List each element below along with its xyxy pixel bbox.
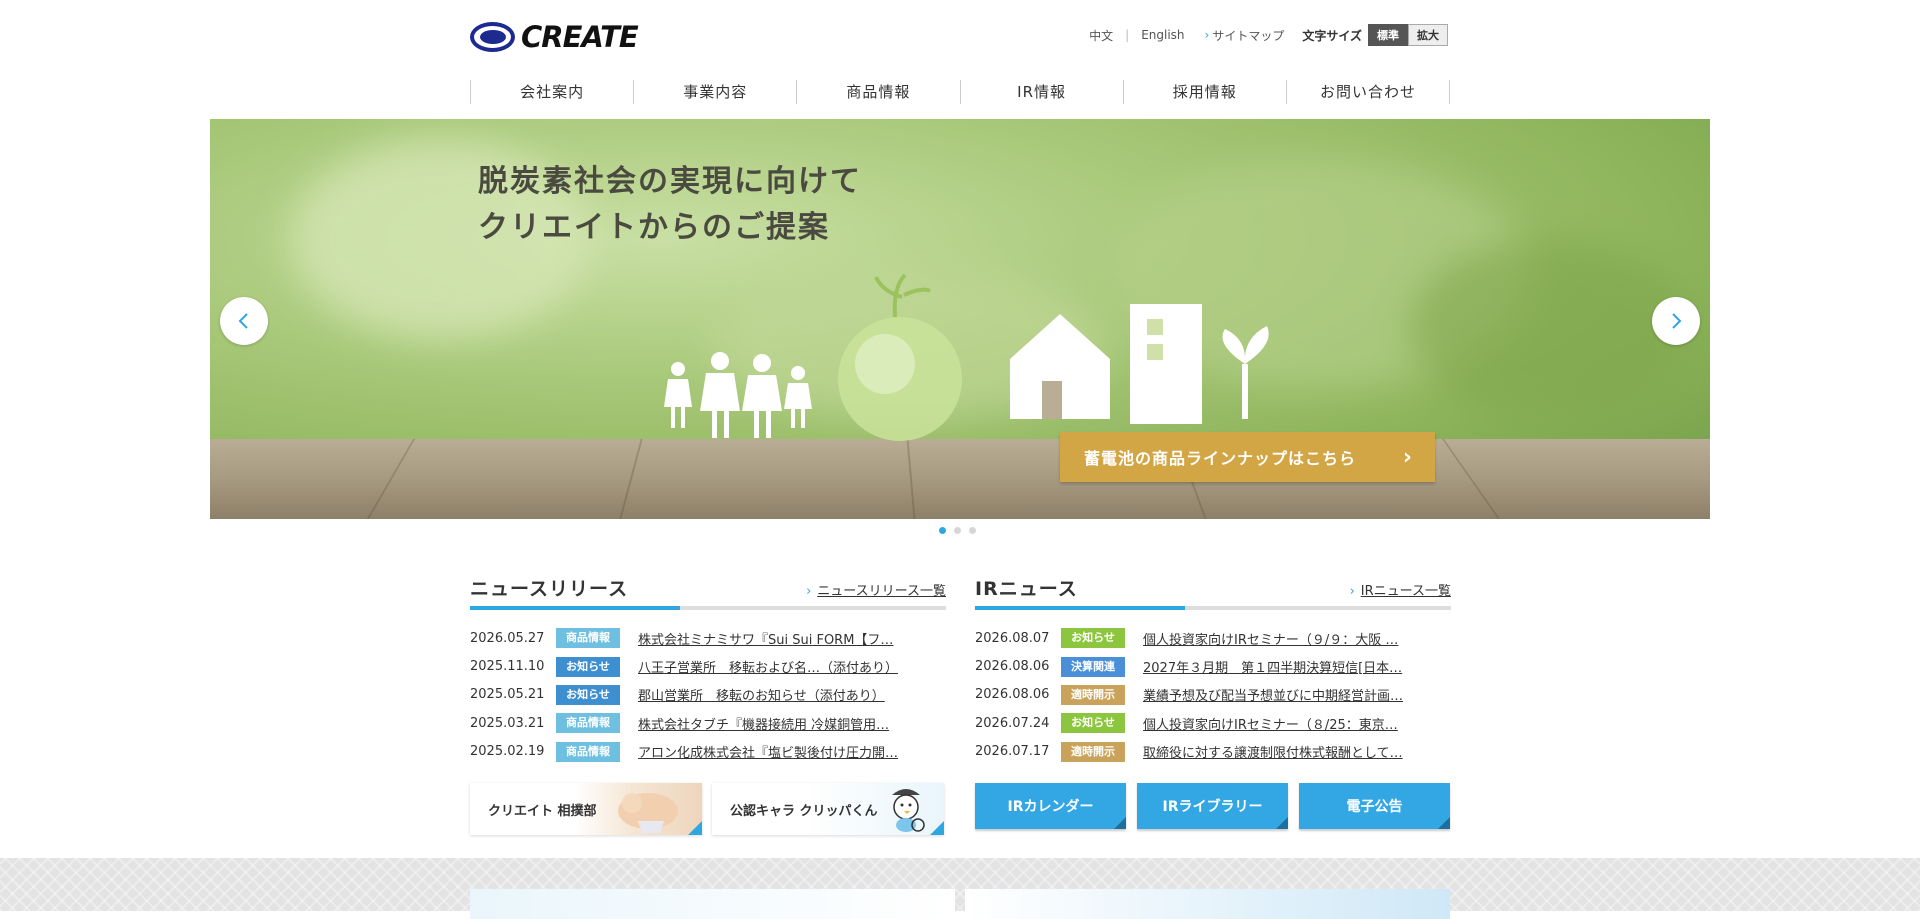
font-size-label: 文字サイズ [1302, 28, 1362, 43]
news-release-date: 2025.11.10 [470, 659, 545, 675]
hero-line-2: クリエイトからのご提案 [478, 210, 830, 245]
ir-news-date: 2026.07.24 [975, 715, 1050, 731]
battery-lineup-label: 蓄電池の商品ラインナップはこちら [1084, 449, 1357, 468]
news-release-row: 2025.11.10 お知らせ 八王子営業所 移転および名…（添付あり） [470, 652, 946, 680]
ir-news-list-link[interactable]: › IRニュース一覧 [1350, 580, 1451, 599]
ir-news-row: 2026.08.07 お知らせ 個人投資家向けIRセミナー（９/９：大阪 … [975, 624, 1451, 652]
ir-calendar-button[interactable]: IRカレンダー [975, 783, 1126, 829]
chevron-right-icon [1672, 313, 1682, 329]
ir-news-section: IRニュース › IRニュース一覧 2026.08.07 お知らせ 個人投資家向けIR… [975, 574, 1451, 766]
news-release-category-badge: お知らせ [556, 656, 620, 677]
create-logo[interactable]: CREATE [470, 20, 639, 54]
public-notice-button[interactable]: 電子公告 [1299, 783, 1450, 829]
news-release-row: 2025.05.21 お知らせ 郡山営業所 移転のお知らせ（添付あり） [470, 681, 946, 709]
news-release-section: ニュースリリース › ニュースリリース一覧 2026.05.27 商品情報 株式会社ミ… [470, 574, 946, 766]
news-release-date: 2026.05.27 [470, 630, 545, 646]
news-release-date: 2025.02.19 [470, 744, 545, 760]
news-release-title-link[interactable]: アロン化成株式会社『塩ビ製後付け圧力開… [638, 742, 946, 761]
chevron-right-icon: › [806, 584, 812, 599]
news-release-title: ニュースリリース [470, 578, 629, 600]
chevron-right-icon: › [1402, 444, 1413, 470]
news-release-list-link[interactable]: › ニュースリリース一覧 [806, 580, 946, 599]
ir-news-row: 2026.08.06 決算関連 2027年３月期 第１四半期決算短信[日本… [975, 652, 1451, 680]
slider-pagination [939, 527, 976, 534]
left-banners: クリエイト 相撲部 公認キャラ クリッパくん [470, 783, 944, 835]
logo-oval-icon [470, 22, 515, 52]
sitemap-link[interactable]: サイトマップ [1212, 27, 1284, 44]
news-release-category-badge: 商品情報 [556, 628, 620, 649]
ir-news-date: 2026.07.17 [975, 744, 1050, 760]
ir-news-date: 2026.08.07 [975, 630, 1050, 646]
ir-news-category-badge: 適時開示 [1061, 741, 1125, 762]
chevron-right-icon: › [1204, 28, 1210, 42]
nav-item-company[interactable]: 会社案内 [470, 80, 633, 104]
sumo-club-label: クリエイト 相撲部 [488, 803, 597, 819]
baby-photo-icon [618, 793, 678, 833]
ir-news-row: 2026.08.06 適時開示 業績予想及び配当予想並びに中期経営計画… [975, 681, 1451, 709]
news-release-row: 2025.02.19 商品情報 アロン化成株式会社『塩ビ製後付け圧力開… [470, 738, 946, 766]
ir-news-title-link[interactable]: 取締役に対する譲渡制限付株式報酬として… [1143, 742, 1451, 761]
ir-news-row: 2026.07.17 適時開示 取締役に対する譲渡制限付株式報酬として… [975, 738, 1451, 766]
news-release-category-badge: お知らせ [556, 684, 620, 705]
logo-text: CREATE [521, 20, 639, 54]
news-release-title-link[interactable]: 株式会社タブチ『機器接続用 冷媒銅管用… [638, 714, 946, 733]
nav-item-business[interactable]: 事業内容 [633, 80, 796, 104]
bottom-card-left[interactable] [470, 889, 955, 919]
ir-news-title-link[interactable]: 2027年３月期 第１四半期決算短信[日本… [1143, 657, 1451, 676]
wood-floor [210, 439, 1710, 519]
slider-dot-3[interactable] [969, 527, 976, 534]
slider-next-button[interactable] [1652, 297, 1700, 345]
nav-item-contact[interactable]: お問い合わせ [1285, 80, 1451, 104]
utility-bar: 中文 | English › サイトマップ 文字サイズ 標準 拡大 [1089, 24, 1448, 46]
ir-library-button[interactable]: IRライブラリー [1137, 783, 1288, 829]
bottom-pattern-band [0, 858, 1920, 911]
lang-chinese-link[interactable]: 中文 [1089, 27, 1113, 44]
ir-news-title-link[interactable]: 個人投資家向けIRセミナー（９/９：大阪 … [1143, 629, 1451, 648]
news-release-row: 2025.03.21 商品情報 株式会社タブチ『機器接続用 冷媒銅管用… [470, 709, 946, 737]
slider-dot-2[interactable] [954, 527, 961, 534]
family-globe-house-illustration [664, 273, 1269, 441]
news-release-category-badge: 商品情報 [556, 713, 620, 734]
bottom-card-right[interactable] [965, 889, 1450, 919]
font-large-button[interactable]: 拡大 [1408, 24, 1448, 46]
global-nav: 会社案内 事業内容 商品情報 IR情報 採用情報 お問い合わせ [470, 80, 1451, 104]
font-standard-button[interactable]: 標準 [1368, 24, 1408, 46]
slider-prev-button[interactable] [220, 297, 268, 345]
ir-buttons: IRカレンダー IRライブラリー 電子公告 [975, 783, 1450, 829]
hero-headline: 脱炭素社会の実現に向けて クリエイトからのご提案 [478, 159, 862, 251]
hero-line-1: 脱炭素社会の実現に向けて [478, 164, 862, 199]
mascot-label: 公認キャラ クリッパくん [730, 803, 878, 819]
ir-news-title-link[interactable]: 業績予想及び配当予想並びに中期経営計画… [1143, 685, 1451, 704]
ir-news-title: IRニュース [975, 578, 1078, 600]
ir-news-category-badge: お知らせ [1061, 713, 1125, 734]
news-release-row: 2026.05.27 商品情報 株式会社ミナミサワ『Sui Sui FORM【フ… [470, 624, 946, 652]
news-release-title-link[interactable]: 郡山営業所 移転のお知らせ（添付あり） [638, 685, 946, 704]
ir-news-category-badge: 決算関連 [1061, 656, 1125, 677]
ir-news-date: 2026.08.06 [975, 687, 1050, 703]
ir-news-title-link[interactable]: 個人投資家向けIRセミナー（８/25：東京… [1143, 714, 1451, 733]
nav-item-recruit[interactable]: 採用情報 [1122, 80, 1286, 104]
nav-item-ir[interactable]: IR情報 [959, 80, 1123, 104]
ir-news-row: 2026.07.24 お知らせ 個人投資家向けIRセミナー（８/25：東京… [975, 709, 1451, 737]
ir-news-category-badge: 適時開示 [1061, 684, 1125, 705]
news-release-date: 2025.03.21 [470, 715, 545, 731]
hero-slider[interactable]: 脱炭素社会の実現に向けて クリエイトからのご提案 蓄電池の商品ラインナップはこち… [210, 119, 1710, 519]
nav-item-products[interactable]: 商品情報 [796, 80, 959, 104]
mascot-character-icon [892, 789, 925, 832]
news-release-date: 2025.05.21 [470, 687, 545, 703]
slider-dot-1[interactable] [939, 527, 946, 534]
ir-news-date: 2026.08.06 [975, 659, 1050, 675]
battery-lineup-button[interactable]: 蓄電池の商品ラインナップはこちら › [1060, 432, 1435, 482]
lang-english-link[interactable]: English [1141, 28, 1184, 42]
chevron-right-icon: › [1349, 584, 1355, 599]
ir-news-category-badge: お知らせ [1061, 628, 1125, 649]
mascot-banner[interactable]: 公認キャラ クリッパくん [712, 783, 944, 835]
news-release-title-link[interactable]: 八王子営業所 移転および名…（添付あり） [638, 657, 946, 676]
news-release-title-link[interactable]: 株式会社ミナミサワ『Sui Sui FORM【フ… [638, 629, 946, 648]
ir-news-list: 2026.08.07 お知らせ 個人投資家向けIRセミナー（９/９：大阪 … 2026… [975, 624, 1451, 766]
sumo-club-banner[interactable]: クリエイト 相撲部 [470, 783, 702, 835]
news-release-category-badge: 商品情報 [556, 741, 620, 762]
chevron-left-icon [238, 313, 248, 329]
news-release-list: 2026.05.27 商品情報 株式会社ミナミサワ『Sui Sui FORM【フ… 2… [470, 624, 946, 766]
